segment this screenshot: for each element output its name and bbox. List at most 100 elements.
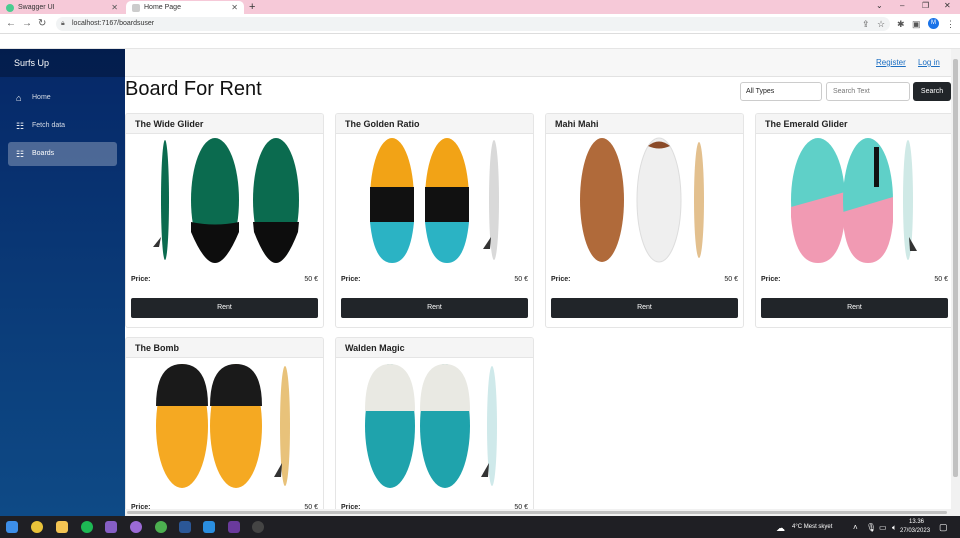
board-card: Walden Magic Price: 50 € (335, 337, 534, 517)
share-icon[interactable]: ⇪ (862, 18, 870, 30)
tray-chevron-icon[interactable]: ˄ (853, 523, 858, 532)
microphone-icon[interactable]: 🎙︎ (866, 523, 876, 532)
brand-title[interactable]: Surfs Up (0, 49, 125, 77)
board-image (153, 138, 299, 263)
board-image (156, 364, 290, 488)
sidebar-item-boards[interactable]: ☷ Boards (8, 142, 117, 166)
scroll-thumb[interactable] (953, 59, 958, 477)
price-value: 50 € (304, 276, 318, 283)
board-image (580, 137, 704, 263)
board-name: The Bomb (126, 338, 323, 358)
tab-search-icon[interactable]: ⌄ (876, 0, 883, 12)
list-icon: ☷ (16, 149, 25, 159)
file-explorer-icon[interactable] (56, 521, 68, 533)
browser-tab-home[interactable]: Home Page ✕ (126, 1, 244, 14)
vscode-icon[interactable] (203, 521, 215, 533)
board-card: The Wide Glider Price: 50 € Rent (125, 113, 324, 328)
browser-menu-icon[interactable]: ⋮ (946, 18, 955, 30)
swagger-favicon-icon (6, 3, 14, 12)
sidebar-item-home[interactable]: ⌂ Home (8, 86, 117, 110)
chrome-icon[interactable] (31, 521, 43, 533)
app-icon[interactable] (228, 521, 240, 533)
url-field[interactable]: 🔒︎ localhost:7167/boardsuser (56, 17, 890, 31)
back-icon[interactable]: ← (6, 17, 16, 31)
network-icon[interactable]: ▭ (879, 523, 887, 532)
url-text: localhost:7167/boardsuser (72, 20, 155, 27)
price-value: 50 € (514, 276, 528, 283)
list-icon: ☷ (16, 121, 25, 131)
windows-start-icon[interactable] (6, 521, 18, 533)
search-placeholder: Search Text (833, 88, 870, 95)
close-window-icon[interactable]: ✕ (944, 0, 951, 12)
browser-tab-swagger[interactable]: Swagger UI ✕ (0, 1, 124, 14)
board-card: Mahi Mahi Price: 50 € Rent (545, 113, 744, 328)
reload-icon[interactable]: ↻ (38, 17, 46, 31)
price-row: Price: 50 € (341, 276, 528, 283)
chrome-active-icon[interactable] (155, 521, 167, 533)
visual-studio-icon[interactable] (105, 521, 117, 533)
price-label: Price: (131, 276, 151, 283)
board-name: The Emerald Glider (756, 114, 953, 134)
extensions-icon[interactable]: ✱ (897, 18, 905, 30)
sidebar: Surfs Up ⌂ Home ☷ Fetch data ☷ Boards (0, 49, 125, 516)
weather-icon: ☁︎ (776, 523, 785, 533)
scroll-thumb[interactable] (127, 511, 947, 514)
terminal-icon[interactable] (179, 521, 191, 533)
forward-icon[interactable]: → (22, 17, 32, 31)
register-link[interactable]: Register (876, 58, 906, 67)
search-button[interactable]: Search (913, 82, 951, 101)
bookmark-star-icon[interactable]: ☆ (877, 18, 885, 30)
page-top-gap (0, 34, 960, 49)
rent-button[interactable]: Rent (761, 298, 948, 318)
page-favicon-icon (132, 3, 140, 12)
close-tab-icon[interactable]: ✕ (111, 3, 118, 12)
board-card: The Emerald Glider Price: 50 € Rent (755, 113, 954, 328)
weather-text[interactable]: 4°C Mest skyet (792, 524, 832, 530)
lock-icon: 🔒︎ (61, 20, 65, 27)
rent-button[interactable]: Rent (131, 298, 318, 318)
type-select-value: All Types (746, 88, 775, 95)
maximize-icon[interactable]: ❐ (922, 0, 929, 12)
spotify-icon[interactable] (81, 521, 93, 533)
board-image (791, 138, 917, 263)
board-name: Mahi Mahi (546, 114, 743, 134)
board-name: The Wide Glider (126, 114, 323, 134)
board-card: The Golden Ratio Price: 50 € Rent (335, 113, 534, 328)
login-link[interactable]: Log in (918, 58, 940, 67)
new-tab-icon[interactable]: + (249, 0, 255, 14)
clock-time[interactable]: 13.36 (909, 519, 924, 525)
price-label: Price: (551, 276, 571, 283)
sidebar-item-fetch-data[interactable]: ☷ Fetch data (8, 114, 117, 138)
tab-title: Swagger UI (18, 4, 55, 11)
vertical-scrollbar[interactable] (951, 49, 960, 516)
rent-button[interactable]: Rent (551, 298, 738, 318)
type-select[interactable]: All Types (740, 82, 822, 101)
app-icon[interactable] (252, 521, 264, 533)
address-bar: ← → ↻ 🔒︎ localhost:7167/boardsuser ⇪ ☆ ✱… (0, 14, 960, 34)
profile-avatar[interactable]: M (928, 18, 939, 29)
app-icon[interactable] (130, 521, 142, 533)
browser-tab-bar: Swagger UI ✕ Home Page ✕ + ⌄ – ❐ ✕ (0, 0, 960, 14)
search-input[interactable]: Search Text (826, 82, 910, 101)
sidebar-item-label: Fetch data (32, 122, 66, 129)
sidepanel-icon[interactable]: ▣ (912, 18, 921, 30)
top-row: Register Log in (125, 49, 951, 77)
volume-icon[interactable]: 🔈︎ (892, 523, 897, 533)
price-value: 50 € (934, 276, 948, 283)
sidebar-item-label: Home (32, 94, 51, 101)
notification-icon[interactable]: ▢ (939, 522, 948, 533)
clock-date[interactable]: 27/03/2023 (900, 528, 930, 534)
close-tab-icon[interactable]: ✕ (231, 3, 238, 12)
board-card: The Bomb Price: 50 € (125, 337, 324, 517)
board-image (365, 364, 497, 488)
board-name: Walden Magic (336, 338, 533, 358)
price-row: Price: 50 € (761, 276, 948, 283)
minimize-icon[interactable]: – (900, 0, 904, 12)
board-image (370, 138, 499, 263)
board-name: The Golden Ratio (336, 114, 533, 134)
rent-button[interactable]: Rent (341, 298, 528, 318)
price-label: Price: (341, 276, 361, 283)
horizontal-scrollbar[interactable] (125, 509, 951, 516)
price-value: 50 € (724, 276, 738, 283)
price-label: Price: (761, 276, 781, 283)
